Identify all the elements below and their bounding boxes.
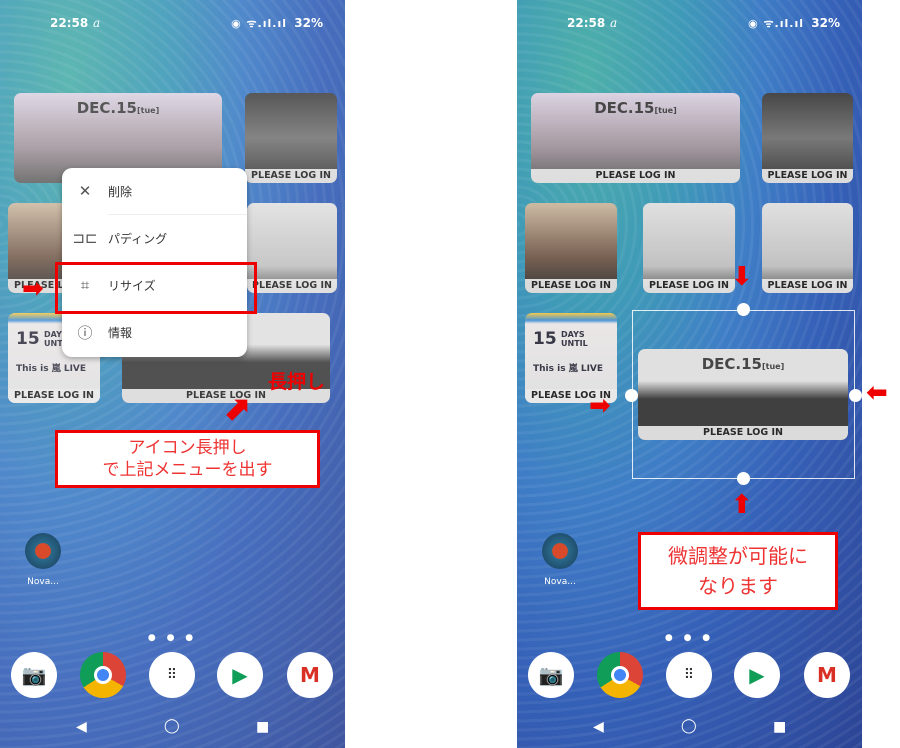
menu-label: 削除 bbox=[108, 184, 133, 199]
left-phone-screen: 22:58 a ◉ ᯤ.ıl.ıl 32% DEC.15[tue] PLEASE… bbox=[0, 0, 345, 748]
countdown-days: DAYS UNTIL bbox=[561, 330, 588, 348]
signal-icons: ◉ ᯤ.ıl.ıl bbox=[748, 17, 804, 30]
widget-calendar[interactable]: PLEASE LOG IN bbox=[762, 93, 853, 183]
right-arrow-icon: ➡ bbox=[22, 274, 44, 304]
login-caption: PLEASE LOG IN bbox=[762, 169, 853, 183]
widget-photo-2[interactable]: PLEASE LOG IN bbox=[643, 203, 735, 293]
recents-button[interactable]: ■ bbox=[773, 719, 786, 735]
login-caption: PLEASE LOG IN bbox=[525, 279, 617, 293]
right-phone-screen: 22:58 a ◉ ᯤ.ıl.ıl 32% DEC.15[tue] PLEASE… bbox=[517, 0, 862, 748]
menu-item-delete[interactable]: ✕ 削除 bbox=[62, 168, 247, 214]
battery-text: 32% bbox=[811, 16, 840, 30]
status-bar: 22:58 a ◉ ᯤ.ıl.ıl 32% bbox=[517, 16, 862, 34]
play-store-icon[interactable]: ▶ bbox=[734, 652, 780, 698]
nova-label: Nova... bbox=[544, 577, 576, 587]
nova-label: Nova... bbox=[27, 577, 59, 587]
menu-label: 情報 bbox=[108, 325, 133, 340]
padding-icon: ⊐⊏ bbox=[72, 229, 98, 247]
widget-dec15[interactable]: DEC.15[tue] PLEASE LOG IN bbox=[531, 93, 740, 183]
widget-title: DEC.15 bbox=[701, 355, 762, 373]
up-right-arrow-icon: ⬈ bbox=[222, 389, 251, 429]
resize-handle-top[interactable] bbox=[737, 303, 750, 316]
login-caption: PLEASE LOG IN bbox=[531, 169, 740, 183]
widget-group-photo-resizing[interactable]: DEC.15[tue] PLEASE LOG IN bbox=[638, 349, 848, 440]
left-arrow-icon: ⬅ bbox=[866, 378, 888, 408]
page-indicator: ● ● ● bbox=[147, 633, 198, 643]
gmail-icon[interactable]: M bbox=[287, 652, 333, 698]
back-button[interactable]: ◀ bbox=[76, 719, 87, 735]
camera-icon[interactable]: 📷 bbox=[11, 652, 57, 698]
nova-launcher-icon[interactable] bbox=[25, 533, 61, 569]
back-button[interactable]: ◀ bbox=[593, 719, 604, 735]
gmail-icon[interactable]: M bbox=[804, 652, 850, 698]
countdown-number: 15 bbox=[533, 329, 557, 349]
widget-photo-3[interactable]: PLEASE LOG IN bbox=[762, 203, 853, 293]
home-button[interactable]: ◯ bbox=[681, 718, 697, 734]
login-caption: PLEASE LOG IN bbox=[762, 279, 853, 293]
chrome-icon[interactable] bbox=[80, 652, 126, 698]
highlight-resize-box bbox=[55, 262, 257, 314]
chrome-icon[interactable] bbox=[597, 652, 643, 698]
annotation-note-right: 微調整が可能に なります bbox=[638, 532, 838, 610]
carrier-icon: a bbox=[610, 16, 618, 30]
widget-photo-1[interactable]: PLEASE LOG IN bbox=[525, 203, 617, 293]
login-caption: PLEASE LOG IN bbox=[643, 279, 735, 293]
widget-countdown[interactable]: 15 DAYS UNTIL This is 嵐 LIVE PLEASE LOG I… bbox=[525, 313, 617, 403]
app-drawer-icon[interactable]: ⠿ bbox=[666, 652, 712, 698]
resize-handle-right[interactable] bbox=[849, 389, 862, 402]
down-arrow-icon: ⬇ bbox=[731, 262, 753, 292]
resize-handle-bottom[interactable] bbox=[737, 472, 750, 485]
menu-item-padding[interactable]: ⊐⊏ パディング bbox=[62, 215, 247, 261]
menu-item-info[interactable]: ⓘ 情報 bbox=[62, 309, 247, 355]
camera-icon[interactable]: 📷 bbox=[528, 652, 574, 698]
recents-button[interactable]: ■ bbox=[256, 719, 269, 735]
right-arrow-icon: ➡ bbox=[589, 391, 611, 421]
widget-day: [tue] bbox=[654, 106, 677, 115]
app-drawer-icon[interactable]: ⠿ bbox=[149, 652, 195, 698]
long-press-label: 長押し bbox=[268, 371, 326, 393]
widget-day: [tue] bbox=[762, 362, 785, 371]
resize-handle-left[interactable] bbox=[625, 389, 638, 402]
page-indicator: ● ● ● bbox=[664, 633, 715, 643]
clock: 22:58 bbox=[567, 16, 606, 30]
login-caption: PLEASE LOG IN bbox=[638, 426, 848, 440]
widget-title: DEC.15 bbox=[594, 99, 655, 117]
up-arrow-icon: ⬆ bbox=[731, 490, 753, 520]
info-icon: ⓘ bbox=[77, 323, 93, 342]
close-icon: ✕ bbox=[78, 182, 92, 200]
countdown-event: This is 嵐 LIVE bbox=[533, 364, 604, 374]
play-store-icon[interactable]: ▶ bbox=[217, 652, 263, 698]
menu-label: パディング bbox=[108, 231, 168, 246]
annotation-note-left: アイコン長押し で上記メニューを出す bbox=[55, 430, 320, 488]
home-button[interactable]: ◯ bbox=[164, 718, 180, 734]
nova-launcher-icon[interactable] bbox=[542, 533, 578, 569]
